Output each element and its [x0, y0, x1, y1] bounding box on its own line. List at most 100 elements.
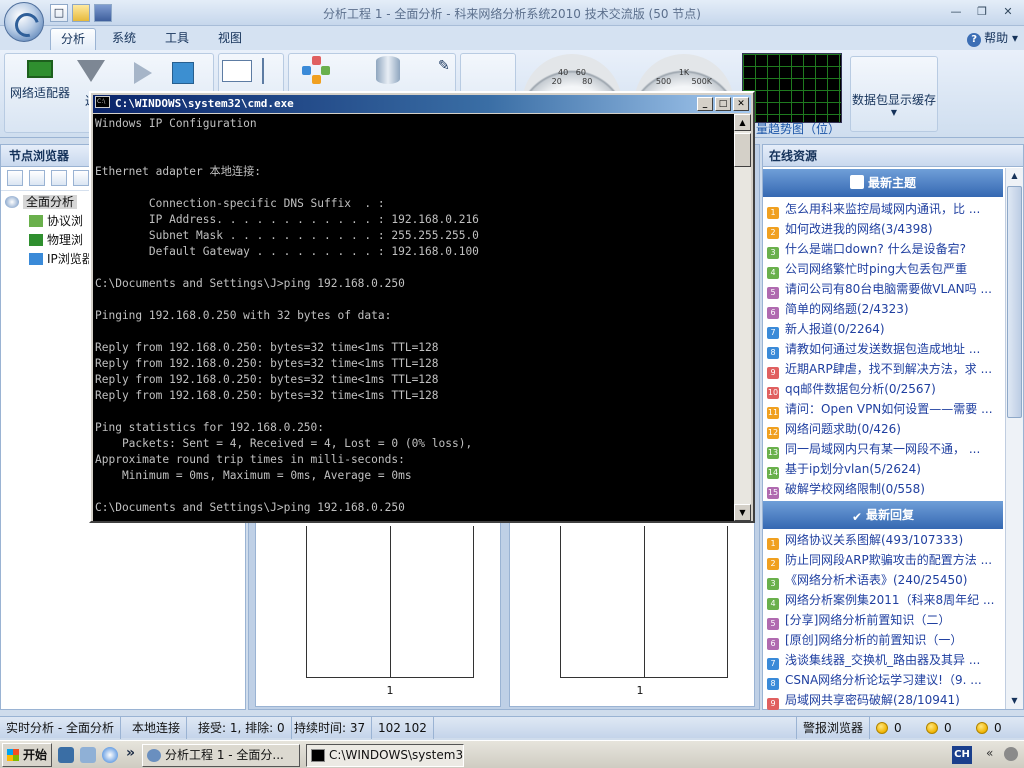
quicklaunch-media-icon[interactable]	[80, 747, 96, 763]
resource-link[interactable]: 9 近期ARP肆虐，找不到解决方法，求 ...	[767, 359, 1003, 379]
console-line: IP Address. . . . . . . . . . . . : 192.…	[95, 213, 479, 226]
resource-link[interactable]: 7 浅谈集线器_交换机_路由器及其异 ...	[767, 650, 1003, 670]
console-scrollbar[interactable]: ▲ ▼	[734, 114, 751, 521]
resource-link[interactable]: 4 公司网络繁忙时ping大包丢包严重	[767, 259, 1003, 279]
resource-link[interactable]: 1 怎么用科来监控局域网内通讯，比 ...	[767, 199, 1003, 219]
filter-node-icon[interactable]	[29, 170, 45, 186]
edit-icon[interactable]: ✎	[438, 58, 450, 74]
resource-link[interactable]: 15 破解学校网络限制(0/558)	[767, 479, 1003, 499]
alarm-count-1: 0	[870, 717, 908, 739]
cmd-icon[interactable]: C:\	[95, 96, 110, 108]
resource-link[interactable]: 7 新人报道(0/2264)	[767, 319, 1003, 339]
window-controls: — ❐ ✕	[944, 3, 1020, 21]
quicklaunch-chevron[interactable]: »	[126, 745, 135, 761]
start-capture-button[interactable]	[134, 62, 152, 84]
rank-badge-icon: 10	[767, 387, 779, 399]
resource-link[interactable]: 12 网络问题求助(0/426)	[767, 419, 1003, 439]
alarm-icon	[926, 722, 938, 734]
close-button[interactable]: ✕	[733, 97, 749, 111]
alarm-count-2: 0	[920, 717, 958, 739]
resource-link[interactable]: 2 如何改进我的网络(3/4398)	[767, 219, 1003, 239]
resource-link-text: 简单的网络题(2/4323)	[785, 302, 909, 316]
cmd-window-controls: _ □ ✕	[697, 97, 749, 111]
tab-analysis[interactable]: 分析	[50, 28, 97, 50]
resource-link[interactable]: 8 请教如何通过发送数据包造成地址 ...	[767, 339, 1003, 359]
rank-badge-icon: 14	[767, 467, 779, 479]
network-adapter-button[interactable]: 网络适配器	[8, 60, 72, 101]
packet-display-cache-button[interactable]: 数据包显示缓存 ▼	[850, 56, 938, 132]
resource-link[interactable]: 5 [分享]网络分析前置知识（二）	[767, 610, 1003, 630]
quicklaunch-desktop-icon[interactable]	[58, 747, 74, 763]
scroll-up-icon[interactable]: ▲	[734, 114, 751, 131]
speaker-icon[interactable]	[1004, 747, 1018, 761]
document-icon	[849, 175, 864, 189]
tree-view-button[interactable]	[262, 58, 278, 84]
resources-scrollbar[interactable]: ▲ ▼	[1005, 168, 1023, 709]
task-analysis-window[interactable]: 分析工程 1 - 全面分...	[142, 744, 300, 767]
cmd-window[interactable]: C:\ C:\WINDOWS\system32\cmd.exe _ □ ✕ Wi…	[89, 91, 755, 523]
add-node-icon[interactable]	[7, 170, 23, 186]
resource-link-text: 防止同网段ARP欺骗攻击的配置方法 ...	[785, 553, 993, 567]
scroll-down-icon[interactable]: ▼	[734, 504, 751, 521]
task-cmd-window[interactable]: C:\WINDOWS\system32...	[306, 744, 464, 767]
group-icon[interactable]	[51, 170, 67, 186]
console-line: Minimum = 0ms, Maximum = 0ms, Average = …	[95, 469, 412, 482]
help-button[interactable]: ? 帮助 ▾	[967, 29, 1018, 47]
resource-link-text: 破解学校网络限制(0/558)	[785, 482, 925, 496]
resource-link[interactable]: 4 网络分析案例集2011（科来8周年纪 ...	[767, 590, 1003, 610]
resource-link[interactable]: 6 简单的网络题(2/4323)	[767, 299, 1003, 319]
tab-view[interactable]: 视图	[208, 28, 252, 50]
resource-link[interactable]: 8 CSNA网络分析论坛学习建议!（9. ...	[767, 670, 1003, 690]
tab-tools[interactable]: 工具	[155, 28, 199, 50]
restore-button[interactable]: ❐	[970, 3, 994, 21]
scroll-down-icon[interactable]: ▼	[1007, 693, 1022, 709]
minimize-button[interactable]: —	[944, 3, 968, 21]
resource-link[interactable]: 5 请问公司有80台电脑需要做VLAN吗 ...	[767, 279, 1003, 299]
resource-link-text: 请教如何通过发送数据包造成地址 ...	[785, 342, 981, 356]
scroll-thumb[interactable]	[1007, 186, 1022, 418]
start-button[interactable]: 开始	[2, 743, 52, 767]
tab-system[interactable]: 系统	[102, 28, 146, 50]
resource-link-text: [原创]网络分析的前置知识（一）	[785, 633, 963, 647]
minimize-button[interactable]: _	[697, 97, 713, 111]
resource-link[interactable]: 3 什么是端口down? 什么是设备宕?	[767, 239, 1003, 259]
rank-badge-icon: 5	[767, 287, 779, 299]
layout-button[interactable]	[222, 60, 252, 82]
database-button[interactable]	[376, 56, 400, 84]
alarm-icon	[876, 722, 888, 734]
resource-link[interactable]: 3 《网络分析术语表》(240/25450)	[767, 570, 1003, 590]
resource-link[interactable]: 2 防止同网段ARP欺骗攻击的配置方法 ...	[767, 550, 1003, 570]
maximize-button[interactable]: □	[715, 97, 731, 111]
cmd-title: C:\WINDOWS\system32\cmd.exe	[93, 95, 751, 113]
resource-link[interactable]: 13 同一局域网内只有某一网段不通， ...	[767, 439, 1003, 459]
latest-replies-header: ✔ 最新回复	[763, 501, 1003, 529]
console-text: Windows IP Configuration Ethernet adapte…	[95, 116, 479, 516]
settings-icon[interactable]	[73, 170, 89, 186]
ime-indicator[interactable]: CH	[952, 746, 972, 764]
resource-link[interactable]: 1 网络协议关系图解(493/107333)	[767, 530, 1003, 550]
stop-capture-button[interactable]	[172, 62, 194, 84]
resource-link[interactable]: 10 qq邮件数据包分析(0/2567)	[767, 379, 1003, 399]
rank-badge-icon: 11	[767, 407, 779, 419]
rank-badge-icon: 2	[767, 558, 779, 570]
stop-icon	[172, 62, 194, 84]
close-button[interactable]: ✕	[996, 3, 1020, 21]
console-line: Reply from 192.168.0.250: bytes=32 time<…	[95, 373, 439, 386]
scroll-thumb[interactable]	[734, 133, 751, 167]
resource-link[interactable]: 14 基于ip划分vlan(5/2624)	[767, 459, 1003, 479]
app-menu-button[interactable]	[4, 2, 44, 42]
console-output[interactable]: Windows IP Configuration Ethernet adapte…	[93, 114, 737, 521]
resource-link[interactable]: 6 [原创]网络分析的前置知识（一）	[767, 630, 1003, 650]
resource-link[interactable]: 9 局域网共享密码破解(28/10941)	[767, 690, 1003, 710]
scroll-up-icon[interactable]: ▲	[1007, 168, 1022, 184]
alarm-browser-tab[interactable]: 警报浏览器	[796, 717, 871, 739]
console-line: Packets: Sent = 4, Received = 4, Lost = …	[95, 437, 473, 450]
resource-link[interactable]: 11 请问：Open VPN如何设置——需要 ...	[767, 399, 1003, 419]
quicklaunch-ie-icon[interactable]	[102, 747, 118, 763]
network-map-button[interactable]	[302, 56, 330, 84]
tray-expand-button[interactable]: «	[986, 746, 993, 760]
chevron-down-icon: ▼	[890, 108, 898, 117]
